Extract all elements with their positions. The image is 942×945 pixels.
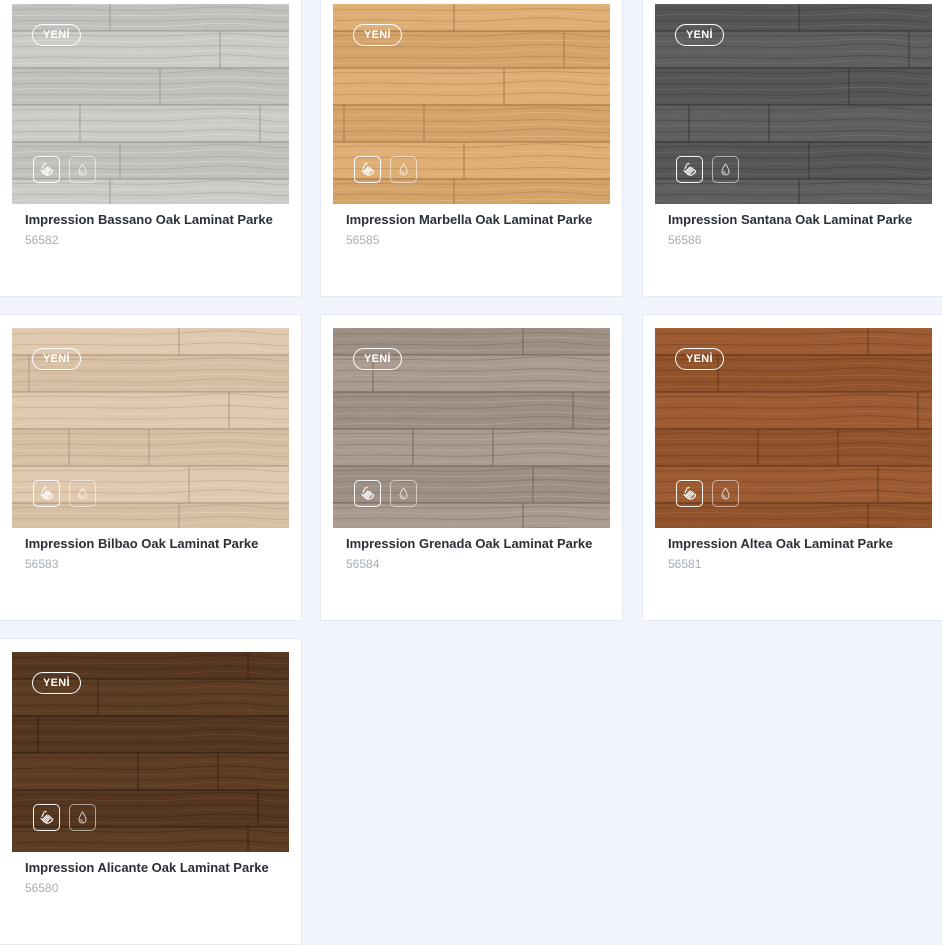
new-badge: YENİ [32, 348, 81, 370]
hand-touch-icon [33, 804, 60, 831]
product-grid: YENİ Impression Bassano Oak Laminat Parke… [0, 0, 942, 945]
hand-touch-icon [33, 480, 60, 507]
product-card[interactable]: YENİ Impression Alicante Oak Laminat Park… [0, 638, 302, 945]
water-drop-icon [69, 156, 96, 183]
product-code: 56582 [25, 233, 59, 247]
product-image[interactable]: YENİ [333, 4, 610, 204]
product-card[interactable]: YENİ Impression Bassano Oak Laminat Parke… [0, 0, 302, 297]
product-title[interactable]: Impression Altea Oak Laminat Parke [668, 536, 893, 551]
product-code: 56583 [25, 557, 59, 571]
product-code: 56584 [346, 557, 380, 571]
product-card[interactable]: YENİ Impression Bilbao Oak Laminat Parke 5… [0, 314, 302, 621]
new-badge: YENİ [32, 24, 81, 46]
hand-touch-icon [676, 480, 703, 507]
product-title[interactable]: Impression Bilbao Oak Laminat Parke [25, 536, 258, 551]
product-image[interactable]: YENİ [12, 328, 289, 528]
new-badge: YENİ [353, 24, 402, 46]
product-code: 56586 [668, 233, 702, 247]
product-image[interactable]: YENİ [12, 652, 289, 852]
product-image[interactable]: YENİ [655, 328, 932, 528]
product-image[interactable]: YENİ [12, 4, 289, 204]
water-drop-icon [712, 480, 739, 507]
new-badge: YENİ [353, 348, 402, 370]
hand-touch-icon [33, 156, 60, 183]
water-drop-icon [712, 156, 739, 183]
product-title[interactable]: Impression Santana Oak Laminat Parke [668, 212, 912, 227]
product-title[interactable]: Impression Grenada Oak Laminat Parke [346, 536, 592, 551]
product-card[interactable]: YENİ Impression Altea Oak Laminat Parke 56… [642, 314, 942, 621]
product-title[interactable]: Impression Bassano Oak Laminat Parke [25, 212, 273, 227]
hand-touch-icon [354, 156, 381, 183]
product-card[interactable]: YENİ Impression Santana Oak Laminat Parke… [642, 0, 942, 297]
new-badge: YENİ [32, 672, 81, 694]
product-image[interactable]: YENİ [333, 328, 610, 528]
product-image[interactable]: YENİ [655, 4, 932, 204]
product-card[interactable]: YENİ Impression Marbella Oak Laminat Park… [320, 0, 623, 297]
product-title[interactable]: Impression Alicante Oak Laminat Parke [25, 860, 269, 875]
product-title[interactable]: Impression Marbella Oak Laminat Parke [346, 212, 592, 227]
hand-touch-icon [676, 156, 703, 183]
product-code: 56581 [668, 557, 702, 571]
water-drop-icon [69, 804, 96, 831]
product-card[interactable]: YENİ Impression Grenada Oak Laminat Parke… [320, 314, 623, 621]
new-badge: YENİ [675, 24, 724, 46]
product-code: 56585 [346, 233, 380, 247]
water-drop-icon [69, 480, 96, 507]
water-drop-icon [390, 156, 417, 183]
hand-touch-icon [354, 480, 381, 507]
new-badge: YENİ [675, 348, 724, 370]
product-code: 56580 [25, 881, 59, 895]
water-drop-icon [390, 480, 417, 507]
